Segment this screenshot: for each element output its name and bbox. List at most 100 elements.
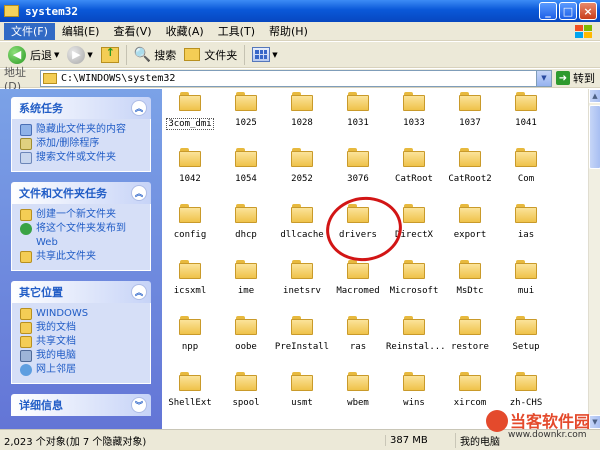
- folder-label: wbem: [347, 398, 369, 408]
- folders-button[interactable]: 文件夹: [180, 44, 241, 66]
- vertical-scrollbar[interactable]: ▲ ▼: [588, 89, 600, 429]
- total-size: 387 MB: [385, 434, 455, 446]
- folder-view: 3com_dmi 1025 1028 1031 1033 1037 1041 1042 1054…: [162, 89, 588, 429]
- panel-header[interactable]: 系统任务 ︽: [11, 97, 151, 119]
- place-network[interactable]: 网上邻居: [20, 363, 144, 377]
- folder-item[interactable]: CatRoot: [386, 145, 442, 201]
- minimize-button[interactable]: _: [539, 2, 557, 20]
- folder-item[interactable]: icsxml: [162, 257, 218, 313]
- back-button[interactable]: ◀ 后退 ▼: [4, 44, 63, 66]
- folder-icon: [459, 148, 481, 167]
- menu-tools[interactable]: 工具(T): [211, 23, 262, 40]
- folder-item[interactable]: 1041: [498, 89, 554, 145]
- address-input[interactable]: C:\WINDOWS\system32 ▼: [40, 69, 552, 87]
- folder-label: 3076: [347, 174, 369, 184]
- folder-item[interactable]: restore: [442, 313, 498, 369]
- maximize-button[interactable]: □: [559, 2, 577, 20]
- folder-item[interactable]: 1054: [218, 145, 274, 201]
- folder-label: CatRoot2: [448, 174, 492, 184]
- folder-item[interactable]: 1037: [442, 89, 498, 145]
- folder-item[interactable]: 3076: [330, 145, 386, 201]
- folder-item[interactable]: inetsrv: [274, 257, 330, 313]
- menu-favorites[interactable]: 收藏(A): [159, 23, 211, 40]
- panel-title: 文件和文件夹任务: [19, 187, 107, 200]
- folder-item[interactable]: ime: [218, 257, 274, 313]
- folder-item[interactable]: ShellExt: [162, 369, 218, 425]
- programs-icon: [20, 138, 32, 150]
- folder-item[interactable]: spool: [218, 369, 274, 425]
- folder-icon: [20, 308, 32, 320]
- forward-button[interactable]: ▶ ▼: [63, 44, 96, 66]
- task-new-folder[interactable]: 创建一个新文件夹: [20, 208, 144, 222]
- folder-item[interactable]: Macromed: [330, 257, 386, 313]
- chevron-down-icon[interactable]: ▼: [87, 51, 92, 59]
- folder-item[interactable]: mui: [498, 257, 554, 313]
- scroll-thumb[interactable]: [589, 105, 600, 169]
- expand-icon[interactable]: ︾: [131, 397, 147, 413]
- go-button[interactable]: ➜ 转到: [556, 70, 595, 86]
- task-share-folder[interactable]: 共享此文件夹: [20, 250, 144, 264]
- folder-item[interactable]: Setup: [498, 313, 554, 369]
- chevron-down-icon[interactable]: ▼: [272, 51, 277, 59]
- search-button[interactable]: 🔍 搜索: [130, 44, 180, 66]
- panel-header[interactable]: 其它位置 ︽: [11, 281, 151, 303]
- task-add-remove-programs[interactable]: 添加/删除程序: [20, 137, 144, 151]
- place-shared-documents[interactable]: 共享文档: [20, 335, 144, 349]
- folder-item[interactable]: export: [442, 201, 498, 257]
- folder-item[interactable]: oobe: [218, 313, 274, 369]
- task-hide-contents[interactable]: 隐藏此文件夹的内容: [20, 123, 144, 137]
- folder-item[interactable]: PreInstall: [274, 313, 330, 369]
- panel-header[interactable]: 文件和文件夹任务 ︽: [11, 182, 151, 204]
- folder-item[interactable]: wbem: [330, 369, 386, 425]
- folder-item[interactable]: usmt: [274, 369, 330, 425]
- folder-item[interactable]: Reinstal...: [386, 313, 446, 369]
- forward-arrow-icon: ▶: [67, 45, 86, 64]
- folder-icon: [235, 204, 257, 223]
- folder-item[interactable]: Microsoft: [386, 257, 442, 313]
- folder-item[interactable]: ras: [330, 313, 386, 369]
- folder-item[interactable]: dllcache: [274, 201, 330, 257]
- folder-item[interactable]: MsDtc: [442, 257, 498, 313]
- folder-item[interactable]: CatRoot2: [442, 145, 498, 201]
- folder-item[interactable]: ias: [498, 201, 554, 257]
- folder-item[interactable]: 1025: [218, 89, 274, 145]
- folder-item[interactable]: dhcp: [218, 201, 274, 257]
- chevron-down-icon[interactable]: ▼: [536, 70, 551, 86]
- place-windows[interactable]: WINDOWS: [20, 307, 144, 321]
- place-my-documents[interactable]: 我的文档: [20, 321, 144, 335]
- folder-label: Macromed: [336, 286, 380, 296]
- folder-item[interactable]: 1031: [330, 89, 386, 145]
- collapse-icon[interactable]: ︽: [131, 100, 147, 116]
- menu-edit[interactable]: 编辑(E): [55, 23, 107, 40]
- system-tasks-panel: 系统任务 ︽ 隐藏此文件夹的内容 添加/删除程序 搜索文件或文件夹: [11, 97, 151, 172]
- folder-item[interactable]: wins: [386, 369, 442, 425]
- folder-item[interactable]: Com: [498, 145, 554, 201]
- panel-header[interactable]: 详细信息 ︾: [11, 394, 151, 416]
- folder-item[interactable]: npp: [162, 313, 218, 369]
- search-label: 搜索: [154, 48, 177, 62]
- menu-file[interactable]: 文件(F): [4, 22, 55, 40]
- folder-label: 1054: [235, 174, 257, 184]
- folder-item[interactable]: 1028: [274, 89, 330, 145]
- scroll-up-icon[interactable]: ▲: [589, 89, 600, 103]
- menu-help[interactable]: 帮助(H): [262, 23, 315, 40]
- folder-icon: [403, 92, 425, 111]
- views-button[interactable]: ▼: [248, 44, 281, 66]
- folder-icon: [235, 372, 257, 391]
- chevron-down-icon[interactable]: ▼: [54, 51, 59, 59]
- collapse-icon[interactable]: ︽: [131, 284, 147, 300]
- folder-item[interactable]: 2052: [274, 145, 330, 201]
- folder-icon: [347, 372, 369, 391]
- task-search-files[interactable]: 搜索文件或文件夹: [20, 151, 144, 165]
- place-my-computer[interactable]: 我的电脑: [20, 349, 144, 363]
- task-publish-web[interactable]: 将这个文件夹发布到 Web: [20, 222, 144, 250]
- close-button[interactable]: ×: [579, 2, 597, 20]
- folder-item[interactable]: 1042: [162, 145, 218, 201]
- up-button[interactable]: ↑: [97, 44, 123, 66]
- folder-item[interactable]: 3com_dmi: [162, 89, 218, 145]
- computer-icon: [20, 350, 32, 362]
- folder-item[interactable]: config: [162, 201, 218, 257]
- collapse-icon[interactable]: ︽: [131, 185, 147, 201]
- folder-item[interactable]: 1033: [386, 89, 442, 145]
- menu-view[interactable]: 查看(V): [106, 23, 158, 40]
